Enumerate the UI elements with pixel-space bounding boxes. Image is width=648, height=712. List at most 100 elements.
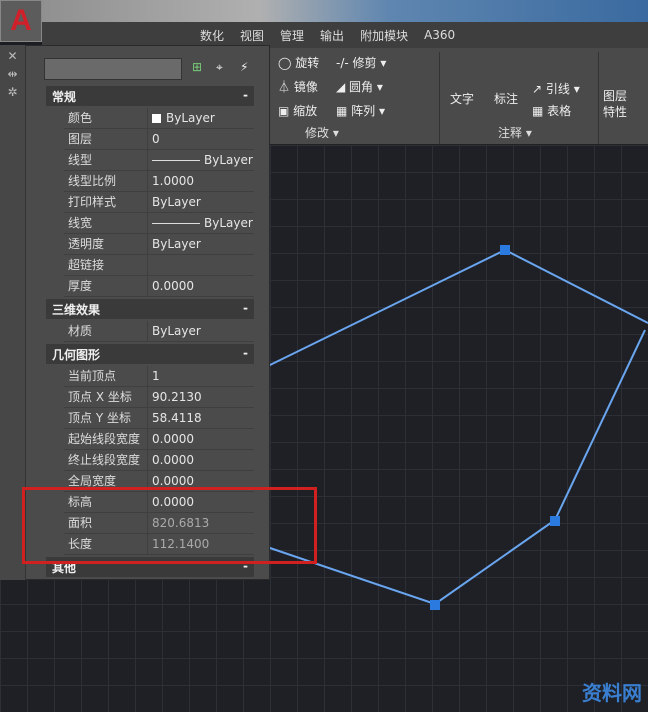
table-button[interactable]: ▦ 表格 bbox=[532, 102, 571, 119]
value-text: ByLayer bbox=[204, 216, 253, 230]
property-label: 颜色 bbox=[64, 108, 148, 128]
tab[interactable]: 数化 bbox=[192, 27, 232, 44]
property-value[interactable]: ByLayer bbox=[148, 150, 253, 170]
section-header[interactable]: 三维效果 - bbox=[46, 299, 254, 319]
property-value[interactable]: 0.0000 bbox=[148, 450, 194, 470]
leader-button[interactable]: ↗ 引线 ▾ bbox=[532, 80, 580, 97]
property-label: 透明度 bbox=[64, 234, 148, 254]
property-label: 超链接 bbox=[64, 255, 148, 275]
value-text: ByLayer bbox=[166, 111, 215, 125]
value-text: 1 bbox=[152, 369, 160, 383]
property-row[interactable]: 颜色 ByLayer bbox=[64, 108, 254, 129]
property-row[interactable]: 顶点 X 坐标 90.2130 bbox=[64, 387, 254, 408]
tab[interactable]: 视图 bbox=[232, 27, 272, 44]
property-value[interactable]: ByLayer bbox=[148, 213, 253, 233]
tab[interactable]: 输出 bbox=[312, 27, 352, 44]
value-text: ByLayer bbox=[152, 324, 201, 338]
property-value[interactable]: 1.0000 bbox=[148, 171, 194, 191]
grip bbox=[500, 245, 510, 255]
property-row[interactable]: 厚度 0.0000 bbox=[64, 276, 254, 297]
property-value[interactable]: 1 bbox=[148, 366, 160, 386]
value-text: ByLayer bbox=[204, 153, 253, 167]
highlight-box bbox=[22, 487, 317, 564]
property-row[interactable]: 图层 0 bbox=[64, 129, 254, 150]
property-value[interactable]: 58.4118 bbox=[148, 408, 202, 428]
collapse-icon[interactable]: - bbox=[243, 346, 248, 362]
watermark: 资料网 bbox=[582, 681, 642, 705]
section-header[interactable]: 几何图形 - bbox=[46, 344, 254, 364]
property-value[interactable]: ByLayer bbox=[148, 234, 201, 254]
property-row[interactable]: 透明度 ByLayer bbox=[64, 234, 254, 255]
value-text: ByLayer bbox=[152, 237, 201, 251]
property-value[interactable] bbox=[148, 255, 152, 275]
property-label: 当前顶点 bbox=[64, 366, 148, 386]
autocad-logo: A bbox=[10, 4, 32, 37]
property-row[interactable]: 打印样式 ByLayer bbox=[64, 192, 254, 213]
property-value[interactable]: 0 bbox=[148, 129, 160, 149]
property-row[interactable]: 材质 ByLayer bbox=[64, 321, 254, 342]
property-value[interactable]: ByLayer bbox=[148, 192, 201, 212]
value-text: 0 bbox=[152, 132, 160, 146]
tab[interactable]: 附加模块 bbox=[352, 27, 416, 44]
property-row[interactable]: 线宽 ByLayer bbox=[64, 213, 254, 234]
select-objects-icon[interactable]: ⌖ bbox=[216, 60, 223, 75]
tab[interactable]: A360 bbox=[416, 28, 463, 42]
application-menu-button[interactable]: A bbox=[0, 0, 42, 42]
property-row[interactable]: 超链接 bbox=[64, 255, 254, 276]
property-label: 顶点 X 坐标 bbox=[64, 387, 148, 407]
line-sample bbox=[152, 160, 200, 161]
value-text: 1.0000 bbox=[152, 174, 194, 188]
title-bar bbox=[0, 0, 648, 22]
property-row[interactable]: 起始线段宽度 0.0000 bbox=[64, 429, 254, 450]
property-label: 图层 bbox=[64, 129, 148, 149]
property-label: 线型比例 bbox=[64, 171, 148, 191]
text-button[interactable]: 文字 bbox=[450, 90, 474, 107]
array-button[interactable]: ▦ 阵列 ▾ bbox=[336, 102, 385, 119]
value-text: 0.0000 bbox=[152, 474, 194, 488]
collapse-icon[interactable]: - bbox=[243, 301, 248, 317]
color-swatch bbox=[152, 114, 161, 123]
trim-button[interactable]: -/- 修剪 ▾ bbox=[336, 54, 386, 71]
property-value[interactable]: 0.0000 bbox=[148, 429, 194, 449]
settings-icon[interactable]: ✲ bbox=[0, 85, 25, 99]
value-text: ByLayer bbox=[152, 195, 201, 209]
section-header[interactable]: 常规 - bbox=[46, 86, 254, 106]
property-row[interactable]: 终止线段宽度 0.0000 bbox=[64, 450, 254, 471]
property-row[interactable]: 当前顶点 1 bbox=[64, 366, 254, 387]
toggle-pickadd-icon[interactable]: ⊞ bbox=[192, 60, 202, 74]
section-title: 常规 bbox=[52, 90, 77, 104]
annotate-group-label[interactable]: 注释 ▾ bbox=[498, 124, 532, 141]
modify-group-label[interactable]: 修改 ▾ bbox=[305, 124, 339, 141]
collapse-icon[interactable]: - bbox=[243, 88, 248, 104]
quick-select-icon[interactable]: ⚡ bbox=[240, 60, 248, 74]
dimension-button[interactable]: 标注 bbox=[494, 90, 518, 107]
property-label: 终止线段宽度 bbox=[64, 450, 148, 470]
scale-button[interactable]: ▣ 缩放 bbox=[278, 102, 317, 119]
value-text: 0.0000 bbox=[152, 453, 194, 467]
property-label: 材质 bbox=[64, 321, 148, 341]
property-value[interactable]: 90.2130 bbox=[148, 387, 202, 407]
property-value[interactable]: ByLayer bbox=[148, 321, 201, 341]
grip bbox=[430, 600, 440, 610]
layer-properties-button[interactable]: 图层特性 bbox=[603, 88, 633, 120]
property-label: 厚度 bbox=[64, 276, 148, 296]
mirror-button[interactable]: ⏃ 镜像 bbox=[278, 78, 318, 95]
line-sample bbox=[152, 223, 200, 224]
object-type-dropdown[interactable] bbox=[44, 58, 182, 80]
section-title: 几何图形 bbox=[52, 348, 101, 362]
property-value[interactable]: 0.0000 bbox=[148, 276, 194, 296]
property-row[interactable]: 线型 ByLayer bbox=[64, 150, 254, 171]
rotate-button[interactable]: ◯ 旋转 bbox=[278, 54, 319, 71]
grip bbox=[550, 516, 560, 526]
property-label: 打印样式 bbox=[64, 192, 148, 212]
property-label: 顶点 Y 坐标 bbox=[64, 408, 148, 428]
auto-hide-icon[interactable]: ⇹ bbox=[0, 67, 25, 81]
property-label: 线型 bbox=[64, 150, 148, 170]
property-row[interactable]: 顶点 Y 坐标 58.4118 bbox=[64, 408, 254, 429]
property-label: 起始线段宽度 bbox=[64, 429, 148, 449]
property-value[interactable]: ByLayer bbox=[148, 108, 215, 128]
fillet-button[interactable]: ◢ 圆角 ▾ bbox=[336, 78, 383, 95]
close-icon[interactable]: ✕ bbox=[0, 49, 25, 63]
tab[interactable]: 管理 bbox=[272, 27, 312, 44]
property-row[interactable]: 线型比例 1.0000 bbox=[64, 171, 254, 192]
